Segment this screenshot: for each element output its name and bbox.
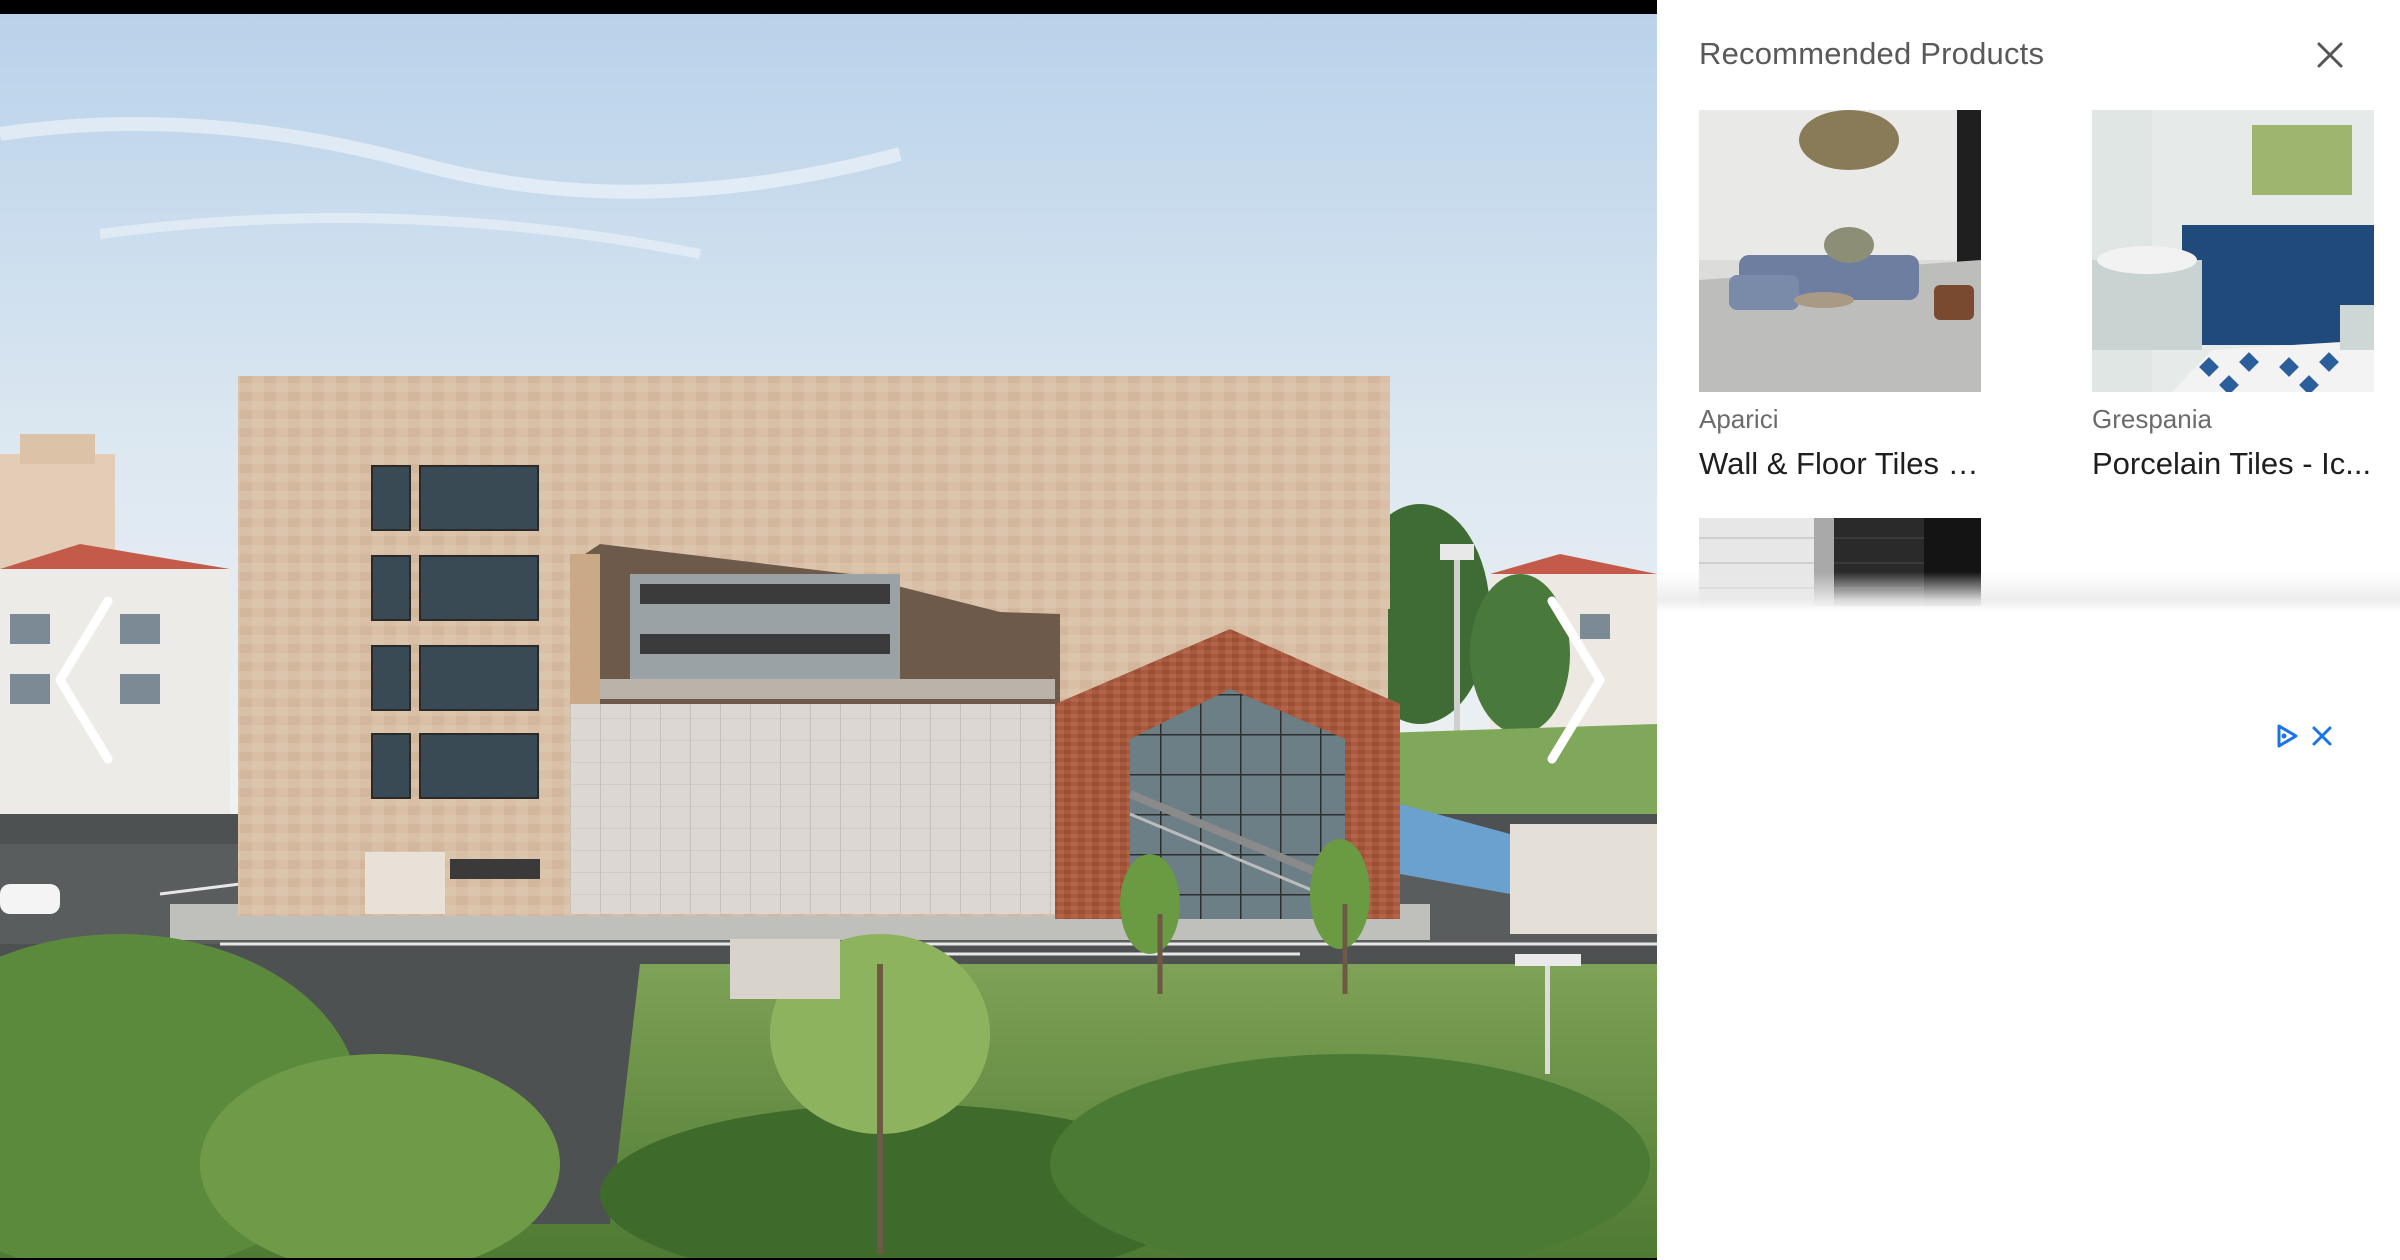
chevron-right-icon — [1547, 596, 1605, 764]
adchoices-icon[interactable] — [2272, 722, 2300, 750]
close-icon — [2312, 726, 2332, 746]
product-brand: Grespania — [2092, 404, 2212, 434]
ad-close-button[interactable] — [2308, 722, 2336, 750]
product-name[interactable]: Porcelain Tiles - Ic... — [2092, 444, 2374, 484]
product-thumbnail[interactable] — [1699, 110, 1981, 392]
image-viewer — [0, 0, 1657, 1260]
close-icon — [2317, 42, 2343, 68]
product-card-aparici[interactable]: Aparici Wall & Floor Tiles -... — [1699, 110, 1981, 484]
recommended-products-panel: Recommended Products Aparici Wall & Floo… — [1657, 0, 2400, 1260]
next-image-button[interactable] — [1530, 590, 1620, 770]
product-list: Aparici Wall & Floor Tiles -... Grespani… — [1657, 110, 2400, 606]
chevron-left-icon — [55, 596, 113, 764]
gallery-photo — [0, 14, 1657, 1258]
product-name[interactable]: Wall & Floor Tiles -... — [1699, 444, 1981, 484]
previous-image-button[interactable] — [40, 590, 130, 770]
scroll-fade — [1657, 572, 2400, 612]
ad-controls — [2272, 722, 2336, 750]
close-panel-button[interactable] — [2313, 38, 2347, 72]
product-card-grespania[interactable]: Grespania Porcelain Tiles - Ic... — [2092, 110, 2374, 484]
panel-title: Recommended Products — [1699, 36, 2045, 71]
product-thumbnail[interactable] — [2092, 110, 2374, 392]
product-brand: Aparici — [1699, 404, 1779, 434]
